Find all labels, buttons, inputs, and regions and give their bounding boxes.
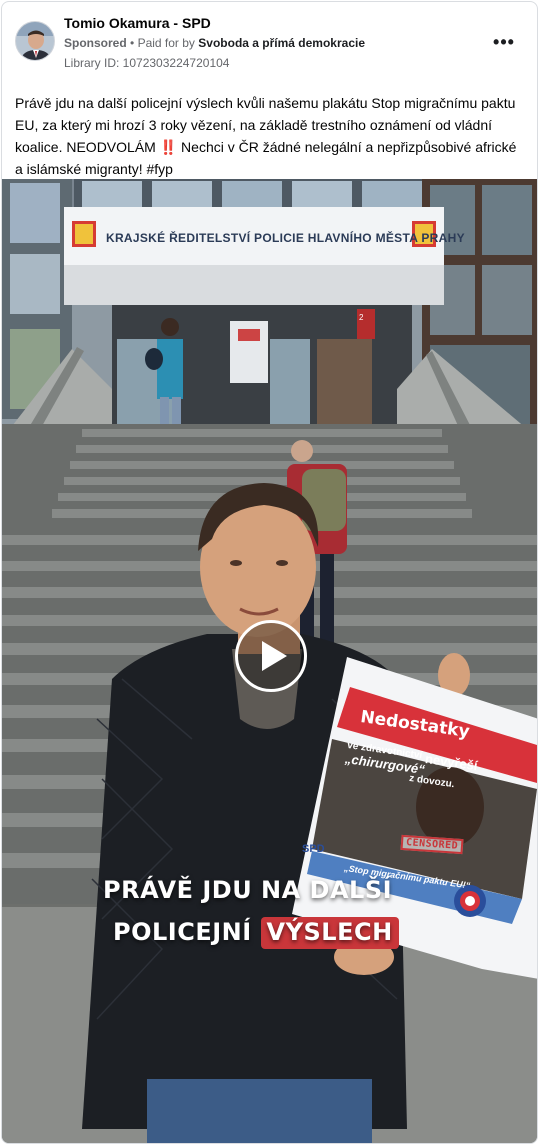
post-message: Právě jdu na další policejní výslech kvů… (15, 92, 527, 180)
payer-name[interactable]: Svoboda a přímá demokracie (198, 36, 365, 50)
play-button[interactable] (235, 620, 307, 692)
library-id: Library ID: 1072303224720104 (64, 56, 230, 70)
sponsored-label: Sponsored (64, 36, 127, 50)
avatar[interactable] (15, 21, 55, 61)
video-caption-line-1: PRÁVĚ JDU NA DALŠÍ (103, 876, 393, 904)
spd-logo: SPD (302, 843, 325, 855)
caption-prefix: POLICEJNÍ (113, 918, 261, 946)
play-icon (261, 641, 287, 671)
more-horizontal-icon: ••• (493, 32, 515, 52)
door-sign-number: 2 (359, 313, 364, 322)
more-options-button[interactable]: ••• (489, 30, 519, 54)
separator-dot: • (130, 36, 135, 50)
building-sign-text: KRAJSKÉ ŘEDITELSTVÍ POLICIE HLAVNÍHO MĚS… (106, 231, 465, 245)
double-exclamation-icon: ‼️ (159, 139, 178, 155)
video-caption-line-2: POLICEJNÍ VÝSLECH (113, 917, 399, 949)
sponsored-line: Sponsored • Paid for by Svoboda a přímá … (64, 36, 365, 50)
video-player[interactable]: KRAJSKÉ ŘEDITELSTVÍ POLICIE HLAVNÍHO MĚS… (2, 179, 537, 1143)
caption-highlight: VÝSLECH (260, 917, 399, 949)
page-name[interactable]: Tomio Okamura - SPD (64, 15, 211, 31)
post-header: Tomio Okamura - SPD Sponsored • Paid for… (2, 2, 537, 80)
paid-for-label: Paid for by (137, 36, 195, 50)
ad-card: Tomio Okamura - SPD Sponsored • Paid for… (1, 1, 538, 1144)
